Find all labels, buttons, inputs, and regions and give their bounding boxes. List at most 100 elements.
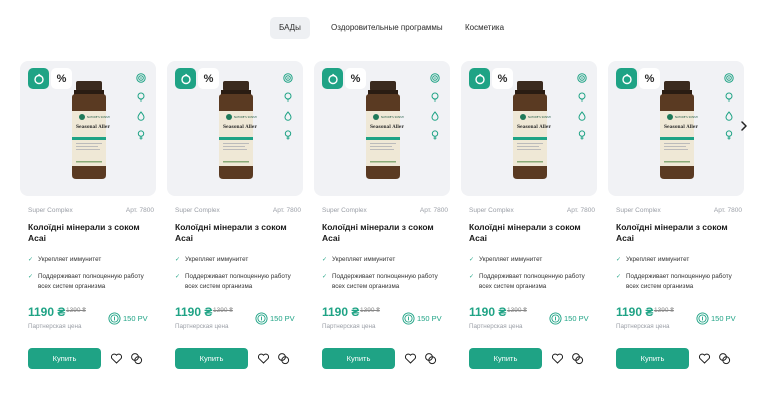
- product-image-area[interactable]: % NATURE'S SUNSHINE Seasonal Allergy: [608, 61, 744, 196]
- benefit-text: Укрепляет иммунитет: [626, 256, 690, 263]
- check-icon: ✓: [322, 274, 328, 280]
- compare-icon[interactable]: [571, 352, 584, 365]
- leaf-badge-icon: [175, 68, 196, 89]
- benefit-text: Укрепляет иммунитет: [479, 256, 543, 263]
- old-price: 1390 ₴: [654, 307, 674, 314]
- buy-button[interactable]: Купить: [322, 348, 395, 369]
- product-article: Арт. 7800: [713, 207, 742, 214]
- category-tabs: БАДы Оздоровительные программы Косметика: [0, 17, 764, 39]
- fingerprint-icon: [108, 312, 121, 325]
- drop-icon: [283, 108, 293, 121]
- drop-icon: [577, 108, 587, 121]
- fingerprint-icon: [696, 312, 709, 325]
- product-article: Арт. 7800: [566, 207, 595, 214]
- female-icon: [430, 127, 440, 140]
- check-icon: ✓: [28, 257, 34, 263]
- buy-button[interactable]: Купить: [469, 348, 542, 369]
- svg-text:NATURE'S SUNSHINE: NATURE'S SUNSHINE: [234, 115, 257, 119]
- product-image-area[interactable]: % NATURE'S SUNSHINE Seasonal Allergy: [167, 61, 303, 196]
- product-title[interactable]: Колоїдні мінерали з соком Acai: [28, 222, 156, 244]
- buy-button[interactable]: Купить: [175, 348, 248, 369]
- chevron-right-icon[interactable]: [737, 119, 751, 133]
- benefit-text: Укрепляет иммунитет: [332, 256, 396, 263]
- product-bottle-image: NATURE'S SUNSHINE Seasonal Allergy: [366, 81, 404, 179]
- check-icon: ✓: [469, 274, 475, 280]
- drop-icon: [136, 108, 146, 121]
- old-price: 1390 ₴: [360, 307, 380, 314]
- heart-icon[interactable]: [551, 352, 564, 365]
- target-icon: [724, 70, 734, 83]
- svg-text:Seasonal Allergy: Seasonal Allergy: [223, 124, 257, 129]
- check-icon: ✓: [175, 274, 181, 280]
- pv-value: 150 PV: [123, 314, 148, 323]
- benefit-text: Поддерживает полноценную работу всех сис…: [185, 273, 291, 290]
- product-image-area[interactable]: % NATURE'S SUNSHINE Seasonal Allergy: [20, 61, 156, 196]
- product-bottle-image: NATURE'S SUNSHINE Seasonal Allergy: [513, 81, 551, 179]
- tab-supplements[interactable]: БАДы: [270, 17, 310, 39]
- heart-icon[interactable]: [257, 352, 270, 365]
- fingerprint-icon: [255, 312, 268, 325]
- svg-text:NATURE'S SUNSHINE: NATURE'S SUNSHINE: [381, 115, 404, 119]
- target-icon: [577, 70, 587, 83]
- compare-icon[interactable]: [130, 352, 143, 365]
- pv-value: 150 PV: [417, 314, 442, 323]
- pv-points: 150 PV: [255, 312, 303, 326]
- fingerprint-icon: [549, 312, 562, 325]
- bulb-icon: [724, 89, 734, 102]
- pv-points: 150 PV: [402, 312, 450, 326]
- old-price: 1390 ₴: [66, 307, 86, 314]
- pv-points: 150 PV: [108, 312, 156, 326]
- svg-text:NATURE'S SUNSHINE: NATURE'S SUNSHINE: [528, 115, 551, 119]
- product-property-icons: [724, 70, 734, 146]
- check-icon: ✓: [616, 257, 622, 263]
- product-bottle-image: NATURE'S SUNSHINE Seasonal Allergy: [219, 81, 257, 179]
- heart-icon[interactable]: [698, 352, 711, 365]
- partner-price-label: Партнерская цена: [322, 323, 376, 330]
- product-title[interactable]: Колоїдні мінерали з соком Acai: [616, 222, 744, 244]
- tab-health-programs[interactable]: Оздоровительные программы: [322, 17, 452, 39]
- product-article: Арт. 7800: [272, 207, 301, 214]
- heart-icon[interactable]: [404, 352, 417, 365]
- product-title[interactable]: Колоїдні мінерали з соком Acai: [322, 222, 450, 244]
- product-image-area[interactable]: % NATURE'S SUNSHINE Seasonal Allergy: [461, 61, 597, 196]
- product-bottle-image: NATURE'S SUNSHINE Seasonal Allergy: [660, 81, 698, 179]
- target-icon: [283, 70, 293, 83]
- product-card[interactable]: % NATURE'S SUNSHINE Seasonal Allergy: [167, 61, 303, 381]
- product-title[interactable]: Колоїдні мінерали з соком Acai: [175, 222, 303, 244]
- compare-icon[interactable]: [277, 352, 290, 365]
- heart-icon[interactable]: [110, 352, 123, 365]
- compare-icon[interactable]: [424, 352, 437, 365]
- product-title[interactable]: Колоїдні мінерали з соком Acai: [469, 222, 597, 244]
- benefit-text: Поддерживает полноценную работу всех сис…: [332, 273, 438, 290]
- leaf-badge-icon: [616, 68, 637, 89]
- tab-cosmetics[interactable]: Косметика: [456, 17, 513, 39]
- product-property-icons: [577, 70, 587, 146]
- benefit-text: Поддерживает полноценную работу всех сис…: [626, 273, 732, 290]
- product-brand: Super Complex: [28, 207, 73, 214]
- partner-price: 1190 ₴: [175, 305, 213, 319]
- partner-price-label: Партнерская цена: [469, 323, 523, 330]
- partner-price-label: Партнерская цена: [175, 323, 229, 330]
- product-card[interactable]: % NATURE'S SUNSHINE Seasonal Allergy: [608, 61, 744, 381]
- product-article: Арт. 7800: [419, 207, 448, 214]
- product-card[interactable]: % NATURE'S SUNSHINE Seasonal Allergy: [20, 61, 156, 381]
- pv-value: 150 PV: [270, 314, 295, 323]
- buy-button[interactable]: Купить: [28, 348, 101, 369]
- pv-points: 150 PV: [696, 312, 744, 326]
- buy-button[interactable]: Купить: [616, 348, 689, 369]
- product-image-area[interactable]: % NATURE'S SUNSHINE Seasonal Allergy: [314, 61, 450, 196]
- bulb-icon: [283, 89, 293, 102]
- product-card[interactable]: % NATURE'S SUNSHINE Seasonal Allergy: [314, 61, 450, 381]
- check-icon: ✓: [175, 257, 181, 263]
- partner-price-label: Партнерская цена: [616, 323, 670, 330]
- target-icon: [136, 70, 146, 83]
- benefit-text: Укрепляет иммунитет: [38, 256, 102, 263]
- product-article: Арт. 7800: [125, 207, 154, 214]
- bulb-icon: [136, 89, 146, 102]
- benefit-text: Поддерживает полноценную работу всех сис…: [479, 273, 585, 290]
- old-price: 1390 ₴: [507, 307, 527, 314]
- compare-icon[interactable]: [718, 352, 731, 365]
- pv-value: 150 PV: [711, 314, 736, 323]
- product-card[interactable]: % NATURE'S SUNSHINE Seasonal Allergy: [461, 61, 597, 381]
- partner-price: 1190 ₴: [469, 305, 507, 319]
